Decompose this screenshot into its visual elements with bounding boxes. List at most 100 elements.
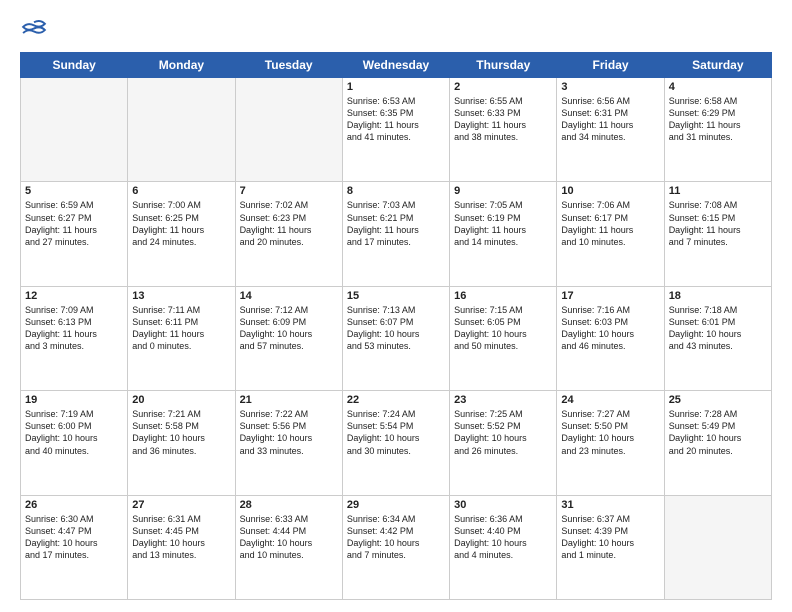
day-number: 28 — [240, 499, 338, 511]
day-info: Sunrise: 7:06 AM Sunset: 6:17 PM Dayligh… — [561, 199, 659, 248]
calendar-cell: 14 Sunrise: 7:12 AM Sunset: 6:09 PM Dayli… — [235, 286, 342, 390]
day-info: Sunrise: 7:21 AM Sunset: 5:58 PM Dayligh… — [132, 408, 230, 457]
day-header-wednesday: Wednesday — [342, 53, 449, 78]
calendar-cell — [128, 78, 235, 182]
day-info: Sunrise: 6:30 AM Sunset: 4:47 PM Dayligh… — [25, 513, 123, 562]
calendar-week-4: 19 Sunrise: 7:19 AM Sunset: 6:00 PM Dayli… — [21, 391, 772, 495]
day-number: 11 — [669, 185, 767, 197]
day-number: 21 — [240, 394, 338, 406]
day-info: Sunrise: 6:55 AM Sunset: 6:33 PM Dayligh… — [454, 95, 552, 144]
day-number: 26 — [25, 499, 123, 511]
calendar-cell: 7Sunrise: 7:02 AM Sunset: 6:23 PM Daylig… — [235, 182, 342, 286]
day-number: 1 — [347, 81, 445, 93]
day-number: 29 — [347, 499, 445, 511]
day-info: Sunrise: 6:37 AM Sunset: 4:39 PM Dayligh… — [561, 513, 659, 562]
calendar-cell: 4Sunrise: 6:58 AM Sunset: 6:29 PM Daylig… — [664, 78, 771, 182]
day-number: 16 — [454, 290, 552, 302]
calendar-cell: 22 Sunrise: 7:24 AM Sunset: 5:54 PM Dayli… — [342, 391, 449, 495]
day-number: 22 — [347, 394, 445, 406]
calendar-cell: 10Sunrise: 7:06 AM Sunset: 6:17 PM Dayli… — [557, 182, 664, 286]
day-info: Sunrise: 7:25 AM Sunset: 5:52 PM Dayligh… — [454, 408, 552, 457]
day-info: Sunrise: 7:11 AM Sunset: 6:11 PM Dayligh… — [132, 304, 230, 353]
calendar-cell: 26 Sunrise: 6:30 AM Sunset: 4:47 PM Dayli… — [21, 495, 128, 599]
day-number: 3 — [561, 81, 659, 93]
days-of-week-row: SundayMondayTuesdayWednesdayThursdayFrid… — [21, 53, 772, 78]
day-info: Sunrise: 7:08 AM Sunset: 6:15 PM Dayligh… — [669, 199, 767, 248]
day-info: Sunrise: 7:24 AM Sunset: 5:54 PM Dayligh… — [347, 408, 445, 457]
calendar-cell — [664, 495, 771, 599]
calendar-cell: 28 Sunrise: 6:33 AM Sunset: 4:44 PM Dayli… — [235, 495, 342, 599]
day-header-sunday: Sunday — [21, 53, 128, 78]
calendar-cell: 2 Sunrise: 6:55 AM Sunset: 6:33 PM Daylig… — [450, 78, 557, 182]
calendar-cell: 18 Sunrise: 7:18 AM Sunset: 6:01 PM Dayli… — [664, 286, 771, 390]
day-number: 17 — [561, 290, 659, 302]
day-number: 20 — [132, 394, 230, 406]
day-info: Sunrise: 7:18 AM Sunset: 6:01 PM Dayligh… — [669, 304, 767, 353]
calendar-cell: 15 Sunrise: 7:13 AM Sunset: 6:07 PM Dayli… — [342, 286, 449, 390]
day-number: 24 — [561, 394, 659, 406]
calendar-week-2: 5Sunrise: 6:59 AM Sunset: 6:27 PM Daylig… — [21, 182, 772, 286]
calendar-cell: 16 Sunrise: 7:15 AM Sunset: 6:05 PM Dayli… — [450, 286, 557, 390]
logo — [20, 16, 52, 44]
day-header-tuesday: Tuesday — [235, 53, 342, 78]
calendar-cell: 8 Sunrise: 7:03 AM Sunset: 6:21 PM Daylig… — [342, 182, 449, 286]
calendar-cell: 1 Sunrise: 6:53 AM Sunset: 6:35 PM Daylig… — [342, 78, 449, 182]
day-number: 9 — [454, 185, 552, 197]
calendar-cell: 6Sunrise: 7:00 AM Sunset: 6:25 PM Daylig… — [128, 182, 235, 286]
calendar-cell: 9 Sunrise: 7:05 AM Sunset: 6:19 PM Daylig… — [450, 182, 557, 286]
day-number: 18 — [669, 290, 767, 302]
page-header — [20, 16, 772, 44]
day-number: 25 — [669, 394, 767, 406]
day-info: Sunrise: 6:36 AM Sunset: 4:40 PM Dayligh… — [454, 513, 552, 562]
day-number: 2 — [454, 81, 552, 93]
day-header-saturday: Saturday — [664, 53, 771, 78]
day-info: Sunrise: 7:16 AM Sunset: 6:03 PM Dayligh… — [561, 304, 659, 353]
calendar-cell: 12 Sunrise: 7:09 AM Sunset: 6:13 PM Dayli… — [21, 286, 128, 390]
calendar-cell: 23 Sunrise: 7:25 AM Sunset: 5:52 PM Dayli… — [450, 391, 557, 495]
calendar-cell — [21, 78, 128, 182]
day-info: Sunrise: 7:19 AM Sunset: 6:00 PM Dayligh… — [25, 408, 123, 457]
day-info: Sunrise: 7:15 AM Sunset: 6:05 PM Dayligh… — [454, 304, 552, 353]
calendar-cell: 17 Sunrise: 7:16 AM Sunset: 6:03 PM Dayli… — [557, 286, 664, 390]
day-info: Sunrise: 6:34 AM Sunset: 4:42 PM Dayligh… — [347, 513, 445, 562]
calendar-week-3: 12 Sunrise: 7:09 AM Sunset: 6:13 PM Dayli… — [21, 286, 772, 390]
day-info: Sunrise: 7:27 AM Sunset: 5:50 PM Dayligh… — [561, 408, 659, 457]
calendar-cell: 24 Sunrise: 7:27 AM Sunset: 5:50 PM Dayli… — [557, 391, 664, 495]
calendar-body: 1 Sunrise: 6:53 AM Sunset: 6:35 PM Daylig… — [21, 78, 772, 600]
day-number: 12 — [25, 290, 123, 302]
calendar-cell: 25Sunrise: 7:28 AM Sunset: 5:49 PM Dayli… — [664, 391, 771, 495]
day-info: Sunrise: 7:13 AM Sunset: 6:07 PM Dayligh… — [347, 304, 445, 353]
calendar-cell: 20 Sunrise: 7:21 AM Sunset: 5:58 PM Dayli… — [128, 391, 235, 495]
day-info: Sunrise: 7:02 AM Sunset: 6:23 PM Dayligh… — [240, 199, 338, 248]
day-info: Sunrise: 6:59 AM Sunset: 6:27 PM Dayligh… — [25, 199, 123, 248]
day-number: 19 — [25, 394, 123, 406]
day-number: 13 — [132, 290, 230, 302]
day-info: Sunrise: 7:00 AM Sunset: 6:25 PM Dayligh… — [132, 199, 230, 248]
calendar-cell: 5Sunrise: 6:59 AM Sunset: 6:27 PM Daylig… — [21, 182, 128, 286]
day-info: Sunrise: 6:58 AM Sunset: 6:29 PM Dayligh… — [669, 95, 767, 144]
day-number: 23 — [454, 394, 552, 406]
day-header-friday: Friday — [557, 53, 664, 78]
day-info: Sunrise: 7:12 AM Sunset: 6:09 PM Dayligh… — [240, 304, 338, 353]
day-info: Sunrise: 6:53 AM Sunset: 6:35 PM Dayligh… — [347, 95, 445, 144]
day-info: Sunrise: 7:05 AM Sunset: 6:19 PM Dayligh… — [454, 199, 552, 248]
day-number: 15 — [347, 290, 445, 302]
logo-icon — [20, 16, 48, 44]
day-header-thursday: Thursday — [450, 53, 557, 78]
day-info: Sunrise: 7:09 AM Sunset: 6:13 PM Dayligh… — [25, 304, 123, 353]
calendar-cell: 19 Sunrise: 7:19 AM Sunset: 6:00 PM Dayli… — [21, 391, 128, 495]
calendar-page: SundayMondayTuesdayWednesdayThursdayFrid… — [0, 0, 792, 612]
day-number: 8 — [347, 185, 445, 197]
calendar-table: SundayMondayTuesdayWednesdayThursdayFrid… — [20, 52, 772, 600]
day-number: 14 — [240, 290, 338, 302]
calendar-week-5: 26 Sunrise: 6:30 AM Sunset: 4:47 PM Dayli… — [21, 495, 772, 599]
day-number: 27 — [132, 499, 230, 511]
day-info: Sunrise: 7:22 AM Sunset: 5:56 PM Dayligh… — [240, 408, 338, 457]
day-header-monday: Monday — [128, 53, 235, 78]
day-info: Sunrise: 6:33 AM Sunset: 4:44 PM Dayligh… — [240, 513, 338, 562]
calendar-cell: 11 Sunrise: 7:08 AM Sunset: 6:15 PM Dayli… — [664, 182, 771, 286]
calendar-week-1: 1 Sunrise: 6:53 AM Sunset: 6:35 PM Daylig… — [21, 78, 772, 182]
day-info: Sunrise: 6:56 AM Sunset: 6:31 PM Dayligh… — [561, 95, 659, 144]
calendar-cell: 31Sunrise: 6:37 AM Sunset: 4:39 PM Dayli… — [557, 495, 664, 599]
day-info: Sunrise: 7:03 AM Sunset: 6:21 PM Dayligh… — [347, 199, 445, 248]
